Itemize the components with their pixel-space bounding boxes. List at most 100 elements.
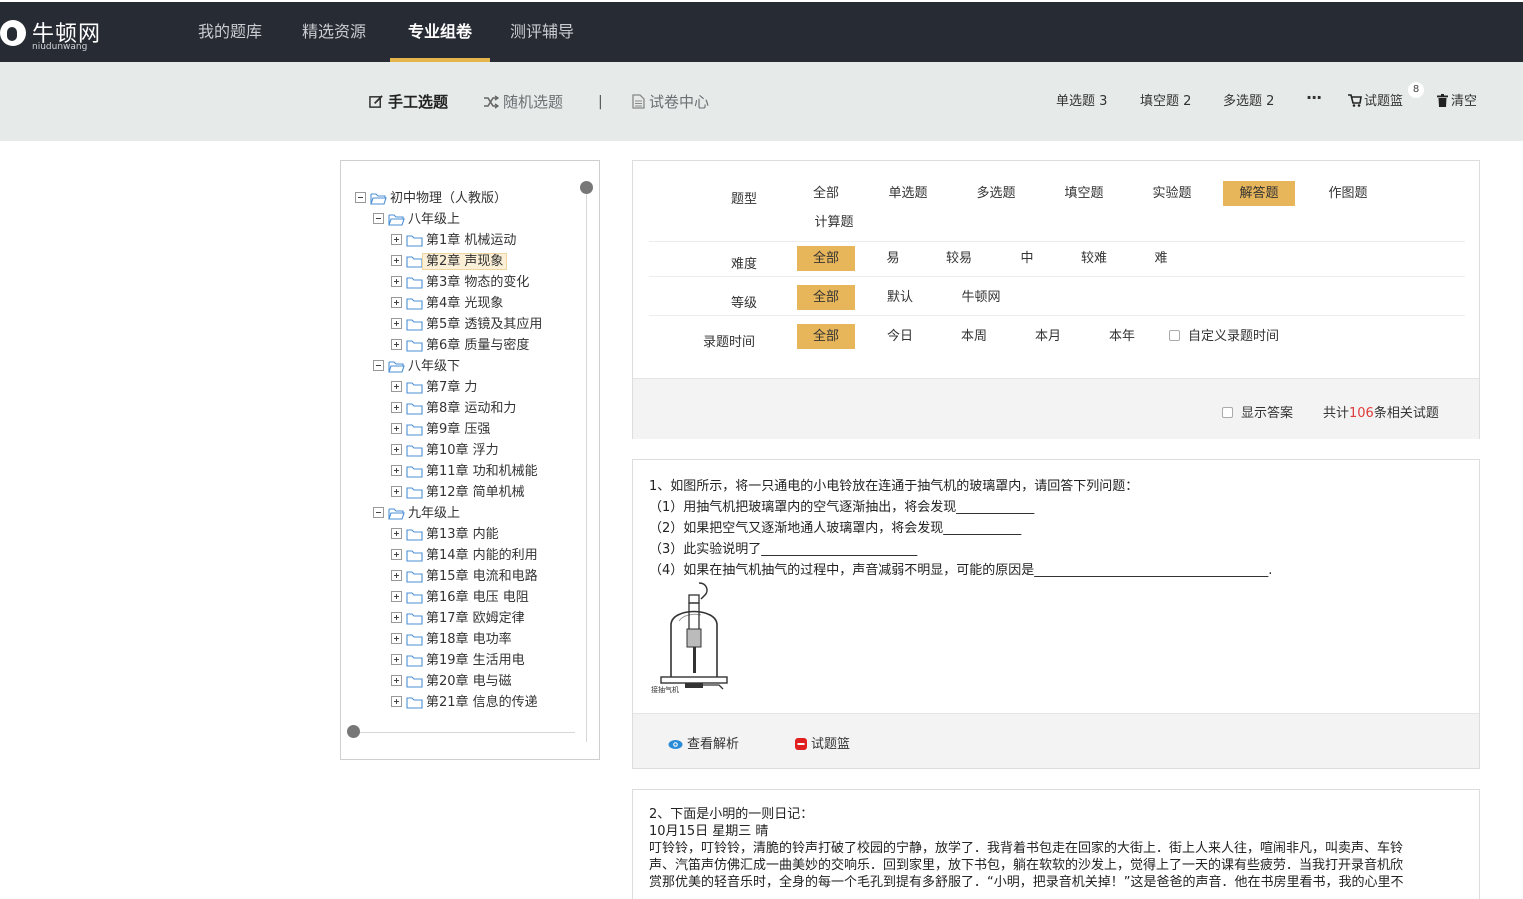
expand-toggle-icon[interactable] xyxy=(391,318,402,329)
expand-toggle-icon[interactable] xyxy=(391,549,402,560)
more-types-button[interactable]: ··· xyxy=(1306,88,1322,107)
multi-choice-count[interactable]: 多选题 2 xyxy=(1223,91,1274,113)
tree-node-chapter[interactable]: 第11章 功和机械能 xyxy=(391,462,538,482)
expand-toggle-icon[interactable] xyxy=(391,675,402,686)
tree-node-chapter[interactable]: 第2章 声现象 xyxy=(391,252,508,272)
tree-node-grade[interactable]: 九年级上 xyxy=(373,504,460,524)
time-option-all[interactable]: 全部 xyxy=(797,324,855,349)
tree-node-chapter[interactable]: 第10章 浮力 xyxy=(391,441,499,461)
fill-blank-count[interactable]: 填空题 2 xyxy=(1140,91,1191,113)
expand-toggle-icon[interactable] xyxy=(391,234,402,245)
tree-node-chapter[interactable]: 第13章 内能 xyxy=(391,525,499,545)
tree-node-chapter[interactable]: 第17章 欧姆定律 xyxy=(391,609,525,629)
difficulty-option-all[interactable]: 全部 xyxy=(797,246,855,271)
tree-node-chapter[interactable]: 第5章 透镜及其应用 xyxy=(391,315,542,335)
show-answer-checkbox[interactable]: 显示答案 xyxy=(1222,402,1293,421)
paper-center-tab[interactable]: 试卷中心 xyxy=(632,91,709,113)
expand-toggle-icon[interactable] xyxy=(391,696,402,707)
tree-scrollbar-track-horizontal xyxy=(353,732,575,733)
grade-option-all[interactable]: 全部 xyxy=(797,285,855,310)
expand-toggle-icon[interactable] xyxy=(391,633,402,644)
expand-toggle-icon[interactable] xyxy=(391,465,402,476)
time-option-today[interactable]: 今日 xyxy=(877,324,923,349)
tree-scrollbar-thumb-horizontal[interactable] xyxy=(347,725,360,738)
tree-scrollbar-thumb-vertical[interactable] xyxy=(580,181,593,194)
total-count: 共计106条相关试题 xyxy=(1323,402,1439,421)
expand-toggle-icon[interactable] xyxy=(391,612,402,623)
collapse-toggle-icon[interactable] xyxy=(355,192,366,203)
expand-toggle-icon[interactable] xyxy=(391,528,402,539)
difficulty-option-fairly-easy[interactable]: 较易 xyxy=(939,246,979,271)
time-option-year[interactable]: 本年 xyxy=(1099,324,1145,349)
folder-icon xyxy=(406,424,423,436)
tree-node-chapter[interactable]: 第6章 质量与密度 xyxy=(391,336,529,356)
collapse-toggle-icon[interactable] xyxy=(373,213,384,224)
type-label: 题型 xyxy=(731,192,758,207)
time-option-week[interactable]: 本周 xyxy=(951,324,997,349)
expand-toggle-icon[interactable] xyxy=(391,339,402,350)
nav-assessment[interactable]: 测评辅导 xyxy=(502,2,582,62)
type-option-single[interactable]: 单选题 xyxy=(879,181,937,206)
tree-node-grade[interactable]: 八年级下 xyxy=(373,357,460,377)
tree-node-chapter[interactable]: 第3章 物态的变化 xyxy=(391,273,529,293)
custom-time-checkbox[interactable]: 自定义录题时间 xyxy=(1169,324,1299,349)
single-choice-count[interactable]: 单选题 3 xyxy=(1056,91,1107,113)
difficulty-option-easy[interactable]: 易 xyxy=(875,246,911,271)
tree-node-chapter[interactable]: 第19章 生活用电 xyxy=(391,651,525,671)
expand-toggle-icon[interactable] xyxy=(391,486,402,497)
tree-node-chapter[interactable]: 第1章 机械运动 xyxy=(391,231,516,251)
type-option-answer[interactable]: 解答题 xyxy=(1223,181,1295,206)
show-answer-checkbox-box[interactable] xyxy=(1222,407,1233,418)
expand-toggle-icon[interactable] xyxy=(391,654,402,665)
tree-node-chapter[interactable]: 第4章 光现象 xyxy=(391,294,503,314)
tree-node-chapter[interactable]: 第12章 简单机械 xyxy=(391,483,525,503)
expand-toggle-icon[interactable] xyxy=(391,444,402,455)
tree-node-grade[interactable]: 八年级上 xyxy=(373,210,460,230)
type-option-multi[interactable]: 多选题 xyxy=(967,181,1025,206)
folder-icon xyxy=(406,655,423,667)
type-option-drawing[interactable]: 作图题 xyxy=(1319,181,1377,206)
expand-toggle-icon[interactable] xyxy=(391,423,402,434)
type-option-fill[interactable]: 填空题 xyxy=(1055,181,1113,206)
tree-node-chapter[interactable]: 第21章 信息的传递 xyxy=(391,693,538,713)
view-analysis-button[interactable]: 查看解析 xyxy=(668,733,739,752)
nav-professional-paper[interactable]: 专业组卷 xyxy=(390,2,490,62)
difficulty-option-fairly-hard[interactable]: 较难 xyxy=(1073,246,1115,271)
manual-select-tab[interactable]: 手工选题 xyxy=(369,91,448,113)
type-option-experiment[interactable]: 实验题 xyxy=(1143,181,1201,206)
tree-node-chapter[interactable]: 第16章 电压 电阻 xyxy=(391,588,529,608)
tree-node-chapter[interactable]: 第7章 力 xyxy=(391,378,477,398)
expand-toggle-icon[interactable] xyxy=(391,381,402,392)
question-basket-button[interactable]: 试题篮 xyxy=(1348,91,1403,113)
expand-toggle-icon[interactable] xyxy=(391,297,402,308)
tree-node-chapter[interactable]: 第14章 内能的利用 xyxy=(391,546,538,566)
collapse-toggle-icon[interactable] xyxy=(373,360,384,371)
custom-time-checkbox-box[interactable] xyxy=(1169,330,1180,341)
nav-my-question-bank[interactable]: 我的题库 xyxy=(190,2,270,62)
expand-toggle-icon[interactable] xyxy=(391,570,402,581)
tree-node-chapter[interactable]: 第20章 电与磁 xyxy=(391,672,512,692)
tree-node-chapter[interactable]: 第18章 电功率 xyxy=(391,630,512,650)
nav-featured-resources[interactable]: 精选资源 xyxy=(294,2,374,62)
tree-node-chapter[interactable]: 第9章 压强 xyxy=(391,420,490,440)
shuffle-icon xyxy=(484,95,500,109)
tree-node-chapter[interactable]: 第15章 电流和电路 xyxy=(391,567,538,587)
collapse-toggle-icon[interactable] xyxy=(373,507,384,518)
tree-node-chapter[interactable]: 第8章 运动和力 xyxy=(391,399,516,419)
add-to-basket-button[interactable]: 试题篮 xyxy=(795,733,850,752)
grade-option-default[interactable]: 默认 xyxy=(877,285,923,310)
grade-option-niudun[interactable]: 牛顿网 xyxy=(953,285,1009,310)
logo[interactable]: 牛顿网 niudunwang xyxy=(0,8,120,58)
clear-basket-button[interactable]: 清空 xyxy=(1437,91,1477,113)
difficulty-option-medium[interactable]: 中 xyxy=(1009,246,1045,271)
expand-toggle-icon[interactable] xyxy=(391,402,402,413)
expand-toggle-icon[interactable] xyxy=(391,255,402,266)
tree-node-root[interactable]: 初中物理（人教版） xyxy=(355,189,507,209)
difficulty-option-hard[interactable]: 难 xyxy=(1143,246,1179,271)
type-option-all[interactable]: 全部 xyxy=(797,181,855,206)
type-option-calculation[interactable]: 计算题 xyxy=(805,210,863,235)
expand-toggle-icon[interactable] xyxy=(391,591,402,602)
time-option-month[interactable]: 本月 xyxy=(1025,324,1071,349)
expand-toggle-icon[interactable] xyxy=(391,276,402,287)
random-select-tab[interactable]: 随机选题 xyxy=(483,91,563,113)
